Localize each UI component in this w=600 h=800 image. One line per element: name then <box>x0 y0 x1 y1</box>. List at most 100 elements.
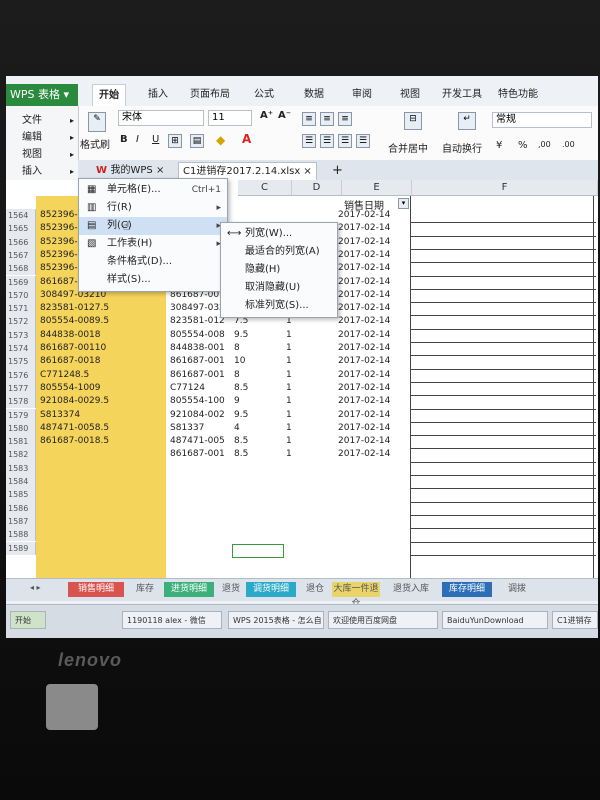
italic-button[interactable]: I <box>136 134 139 145</box>
cell-sales-date[interactable]: 2017-02-14 <box>338 382 408 395</box>
cell-quantity[interactable]: 1 <box>286 382 326 395</box>
sheet-tab[interactable]: 销售明细 <box>68 582 124 597</box>
taskbar-item[interactable]: BaiduYunDownload <box>442 611 548 629</box>
row-header[interactable]: 1586 <box>6 501 36 515</box>
cell-size[interactable]: 9.5 <box>234 409 274 422</box>
row-header[interactable]: 1568 <box>6 262 36 276</box>
cell-quantity[interactable]: 1 <box>286 369 326 382</box>
border-icon[interactable]: ⊞ <box>168 134 182 148</box>
font-color-icon[interactable]: A <box>242 132 251 146</box>
cell-sales-date[interactable]: 2017-02-14 <box>338 355 408 368</box>
menu-item-autofit-width[interactable]: 最适合的列宽(A) <box>221 243 337 261</box>
row-header[interactable]: 1582 <box>6 448 36 462</box>
cell-product-code[interactable]: 861687-00110 <box>40 342 164 355</box>
cell-sales-date[interactable] <box>338 542 408 555</box>
menu-item-worksheet[interactable]: ▧ 工作表(H) ▸ <box>79 235 227 253</box>
cell-size[interactable]: 8.5 <box>234 448 274 461</box>
menu-item-column-width[interactable]: ⟷ 列宽(W)... <box>221 225 337 243</box>
cell-sales-date[interactable] <box>338 475 408 488</box>
cell-style-code[interactable] <box>170 488 232 501</box>
wrap-text-button[interactable]: 自动换行 <box>442 140 482 155</box>
cell-sales-date[interactable]: 2017-02-14 <box>338 342 408 355</box>
tab-review[interactable]: 审阅 <box>352 84 372 106</box>
cell-product-code[interactable]: 861687-0018 <box>40 355 164 368</box>
row-header[interactable]: 1572 <box>6 315 36 329</box>
row-header[interactable]: 1575 <box>6 355 36 369</box>
cell-style-code[interactable] <box>170 462 232 475</box>
row-header[interactable]: 1589 <box>6 541 36 555</box>
tab-home[interactable]: 开始 <box>92 84 126 107</box>
row-header[interactable]: 1587 <box>6 514 36 529</box>
cell-product-code[interactable]: 805554-1009 <box>40 382 164 395</box>
cell-size[interactable] <box>234 502 274 515</box>
increase-font-icon[interactable]: A⁺ <box>260 110 273 121</box>
cell-sales-date[interactable]: 2017-02-14 <box>338 249 408 262</box>
tab-special[interactable]: 特色功能 <box>498 84 538 106</box>
cell-size[interactable]: 8 <box>234 342 274 355</box>
cell-sales-date[interactable] <box>338 488 408 501</box>
new-tab-button[interactable]: + <box>328 162 347 180</box>
cell-product-code[interactable]: 805554-0089.5 <box>40 315 164 328</box>
cell-sales-date[interactable]: 2017-02-14 <box>338 302 408 315</box>
cell-style-code[interactable]: 844838-001 <box>170 342 232 355</box>
align-center-icon[interactable]: ☰ <box>320 134 334 148</box>
cell-quantity[interactable] <box>286 542 326 555</box>
tab-formulas[interactable]: 公式 <box>254 84 274 106</box>
row-header[interactable]: 1565 <box>6 222 36 236</box>
align-middle-icon[interactable]: ≡ <box>320 112 334 126</box>
row-header[interactable]: 1580 <box>6 421 36 436</box>
menu-item-standard-width[interactable]: 标准列宽(S)... <box>221 297 337 315</box>
sheet-tab[interactable]: 退货 <box>220 582 242 597</box>
currency-icon[interactable]: ¥ <box>496 140 502 151</box>
cell-product-code[interactable] <box>40 542 164 555</box>
menu-insert[interactable]: 插入 ▸ <box>6 163 78 180</box>
sheet-tab[interactable]: 大库一件退仓 <box>332 582 380 609</box>
menu-item-column[interactable]: ▤ 列(C) ▸ <box>79 217 227 235</box>
cell-style-code[interactable] <box>170 542 232 555</box>
menu-item-style[interactable]: 样式(S)... <box>79 271 227 289</box>
font-size-select[interactable]: 11 <box>208 110 252 126</box>
taskbar-item[interactable]: C1进销存 <box>552 611 598 629</box>
cell-style-code[interactable]: 487471-005 <box>170 435 232 448</box>
underline-button[interactable]: U <box>152 134 159 145</box>
format-painter-icon[interactable]: ✎ <box>88 112 106 132</box>
row-header[interactable]: 1567 <box>6 248 36 263</box>
cell-size[interactable] <box>234 475 274 488</box>
tab-page-layout[interactable]: 页面布局 <box>190 84 230 106</box>
cell-size[interactable]: 10 <box>234 355 274 368</box>
row-header[interactable]: 1588 <box>6 528 36 542</box>
row-header[interactable]: 1583 <box>6 461 36 475</box>
menu-item-hide[interactable]: 隐藏(H) <box>221 261 337 279</box>
align-left-icon[interactable]: ☰ <box>302 134 316 148</box>
cell-quantity[interactable]: 1 <box>286 422 326 435</box>
cell-quantity[interactable] <box>286 528 326 541</box>
cell-sales-date[interactable]: 2017-02-14 <box>338 262 408 275</box>
cell-size[interactable] <box>234 462 274 475</box>
cell-product-code[interactable] <box>40 488 164 501</box>
cell-product-code[interactable] <box>40 502 164 515</box>
cell-sales-date[interactable]: 2017-02-14 <box>338 409 408 422</box>
tab-insert[interactable]: 插入 <box>148 84 168 106</box>
filter-dropdown-icon[interactable]: ▾ <box>398 198 409 209</box>
cell-style-code[interactable] <box>170 515 232 528</box>
cell-quantity[interactable]: 1 <box>286 435 326 448</box>
cell-sales-date[interactable]: 2017-02-14 <box>338 209 408 222</box>
cell-size[interactable]: 9 <box>234 395 274 408</box>
comma-icon[interactable]: ,00 <box>538 140 551 149</box>
cell-style-code[interactable] <box>170 475 232 488</box>
cell-sales-date[interactable]: 2017-02-14 <box>338 435 408 448</box>
start-button[interactable]: 开始 <box>10 611 46 629</box>
row-header[interactable]: 1569 <box>6 275 36 289</box>
cell-quantity[interactable]: 1 <box>286 409 326 422</box>
cell-sales-date[interactable]: 2017-02-14 <box>338 315 408 328</box>
tab-developer[interactable]: 开发工具 <box>442 84 482 106</box>
cell-quantity[interactable]: 1 <box>286 395 326 408</box>
cell-size[interactable]: 8 <box>234 369 274 382</box>
number-format-select[interactable]: 常规 <box>492 112 592 128</box>
cell-quantity[interactable] <box>286 475 326 488</box>
cell-quantity[interactable] <box>286 209 326 222</box>
cell-size[interactable]: 9.5 <box>234 329 274 342</box>
taskbar-item[interactable]: WPS 2015表格 - 怎么自 <box>228 611 324 629</box>
cell-product-code[interactable]: 844838-0018 <box>40 329 164 342</box>
cell-sales-date[interactable]: 2017-02-14 <box>338 276 408 289</box>
